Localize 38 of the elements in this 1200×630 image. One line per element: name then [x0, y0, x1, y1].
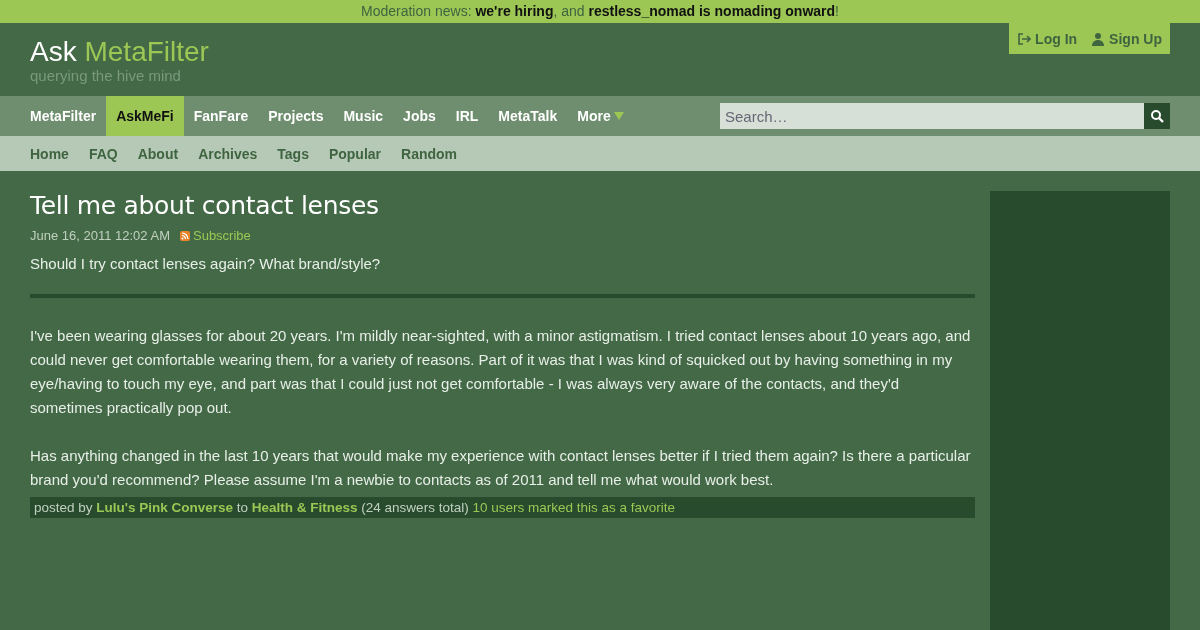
search-field[interactable]: Search… — [720, 103, 1144, 129]
post-date: June 16, 2011 12:02 AM — [30, 228, 170, 243]
category-link[interactable]: Health & Fitness — [251, 500, 358, 515]
signup-link[interactable]: Sign Up — [1091, 30, 1162, 47]
nav-tab[interactable]: FanFare — [183, 96, 259, 136]
subnav-link[interactable]: About — [137, 145, 179, 162]
person-icon — [1091, 31, 1106, 46]
subnav-link[interactable]: FAQ — [88, 145, 118, 162]
search-icon — [1150, 109, 1164, 123]
nav-tab[interactable]: MetaTalk — [488, 96, 568, 136]
favorites-link[interactable]: 10 users marked this as a favorite — [472, 500, 675, 515]
post-paragraph: Has anything changed in the last 10 years that would make my experience with contact lenses better if I tried them again? Is there a particular brand you'd recommend? Please assume I'm a newbie to contacts as of 2011 and tell me what would work best. — [30, 446, 972, 490]
news-link[interactable]: restless_nomad is nomading onward — [588, 3, 836, 19]
rss-icon — [180, 230, 190, 241]
post-summary: Should I try contact lenses again? What brand/style? — [30, 255, 382, 272]
subnav-link[interactable]: Random — [401, 145, 458, 162]
site-logo[interactable]: Ask MetaFilter — [30, 36, 209, 68]
subnav-link[interactable]: Archives — [198, 145, 258, 162]
search-button[interactable] — [1144, 103, 1170, 129]
subnav-link[interactable]: Tags — [277, 145, 309, 162]
login-icon — [1017, 31, 1032, 46]
nav-tab[interactable]: Jobs — [393, 96, 446, 136]
post-paragraph: I've been wearing glasses for about 20 years. I'm mildly near-sighted, with a minor astigmatism. I tried contact lenses about 10 years ago, and could never get comfortable wearing them, for a variety of reasons. Part of it was that I was kind of squicked out by having something in my eye/having to touch my eye, and part was that I could just not get comfortable - I was always very aware of the contacts, and they'd sometimes practically pop out. — [30, 326, 972, 418]
post-byline: posted by Lulu's Pink Converse to Health & Fitness (24 answers total) 10 users marked this as a favorite — [30, 497, 975, 518]
nav-tab[interactable]: Music — [333, 96, 394, 136]
post-title: Tell me about contact lenses — [30, 191, 380, 220]
caret-icon — [613, 112, 624, 120]
subscribe-link[interactable]: Subscribe — [180, 228, 251, 243]
nav-tab[interactable]: More — [567, 96, 634, 136]
subnav-link[interactable]: Home — [30, 145, 69, 162]
subnav-link[interactable]: Popular — [328, 145, 382, 162]
nav-tab[interactable]: MetaFilter — [30, 96, 107, 136]
author-link[interactable]: Lulu's Pink Converse — [96, 500, 234, 515]
nav-tab[interactable]: AskMeFi — [106, 96, 184, 136]
login-link[interactable]: Log In — [1017, 30, 1078, 47]
nav-tab[interactable]: Projects — [258, 96, 334, 136]
nav-tab[interactable]: IRL — [445, 96, 489, 136]
moderation-news: Moderation news: we're hiring, and restless_nomad is nomading onward! — [361, 3, 839, 19]
